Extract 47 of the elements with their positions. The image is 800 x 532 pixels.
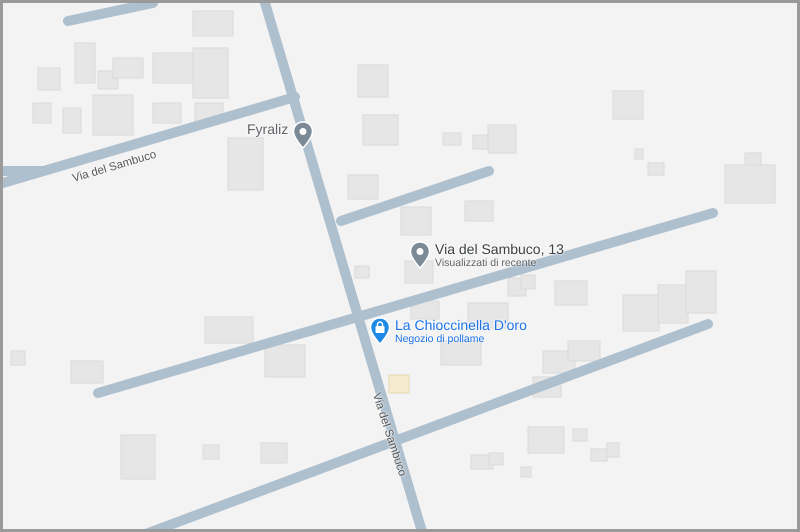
building <box>442 132 462 146</box>
building <box>32 102 52 124</box>
building <box>228 138 264 190</box>
place-category: Negozio di pollame <box>395 333 486 346</box>
road-label: Via del Sambuco <box>70 148 159 187</box>
building <box>10 350 26 366</box>
building <box>74 42 96 84</box>
building <box>38 68 60 90</box>
building <box>520 274 536 290</box>
building <box>590 448 608 462</box>
building <box>648 162 664 176</box>
building <box>92 94 134 136</box>
building <box>572 428 588 442</box>
building <box>388 374 410 394</box>
location-pin-icon[interactable] <box>409 241 431 269</box>
building <box>348 174 378 200</box>
place-name[interactable]: Via del Sambuco, 13 <box>435 241 564 258</box>
place-name[interactable]: La Chioccinella D'oro <box>395 317 527 334</box>
building <box>204 316 254 344</box>
building <box>634 148 644 160</box>
building <box>362 114 398 146</box>
building <box>554 280 588 306</box>
building <box>528 426 564 454</box>
building <box>358 64 388 98</box>
building <box>686 270 716 314</box>
building <box>404 260 434 284</box>
building <box>192 10 234 36</box>
building <box>520 466 532 478</box>
building <box>612 90 644 120</box>
building <box>202 444 220 460</box>
building <box>658 284 688 324</box>
building <box>70 360 104 384</box>
place-name[interactable]: Fyraliz <box>247 121 288 138</box>
building <box>354 266 370 278</box>
building <box>606 442 620 458</box>
building <box>152 102 182 124</box>
building <box>260 442 288 464</box>
building <box>568 340 600 362</box>
shopping-bag-pin-icon[interactable] <box>369 317 391 345</box>
building <box>464 200 494 222</box>
place-category: Visualizzati di recente <box>435 257 538 270</box>
building <box>400 206 432 236</box>
building <box>622 294 660 332</box>
building <box>264 344 306 378</box>
building <box>120 434 156 480</box>
building <box>62 108 82 134</box>
location-pin-icon[interactable] <box>292 121 314 149</box>
